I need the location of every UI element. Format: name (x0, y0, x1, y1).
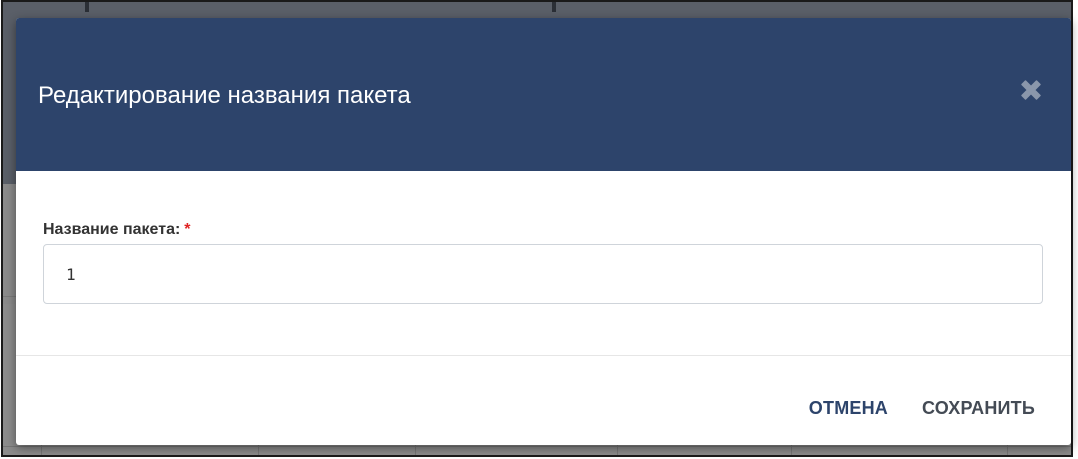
dialog-body: Название пакета: * (16, 171, 1071, 356)
close-x-icon (1021, 80, 1041, 100)
backdrop-table-line (3, 446, 1071, 447)
backdrop-column-stub (85, 2, 89, 12)
required-marker: * (184, 221, 191, 238)
package-name-input[interactable] (43, 244, 1043, 304)
edit-package-name-dialog: Редактирование названия пакета Название … (16, 18, 1071, 445)
close-button[interactable] (1017, 76, 1045, 104)
save-button[interactable]: СОХРАНИТЬ (922, 398, 1035, 419)
dialog-header: Редактирование названия пакета (16, 18, 1071, 171)
cancel-button[interactable]: ОТМЕНА (809, 398, 888, 419)
package-name-label-text: Название пакета: (43, 221, 181, 238)
dialog-footer: ОТМЕНА СОХРАНИТЬ (16, 356, 1071, 445)
backdrop-column-stub (552, 2, 556, 12)
dialog-title: Редактирование названия пакета (38, 82, 411, 109)
package-name-label: Название пакета: * (43, 221, 191, 239)
